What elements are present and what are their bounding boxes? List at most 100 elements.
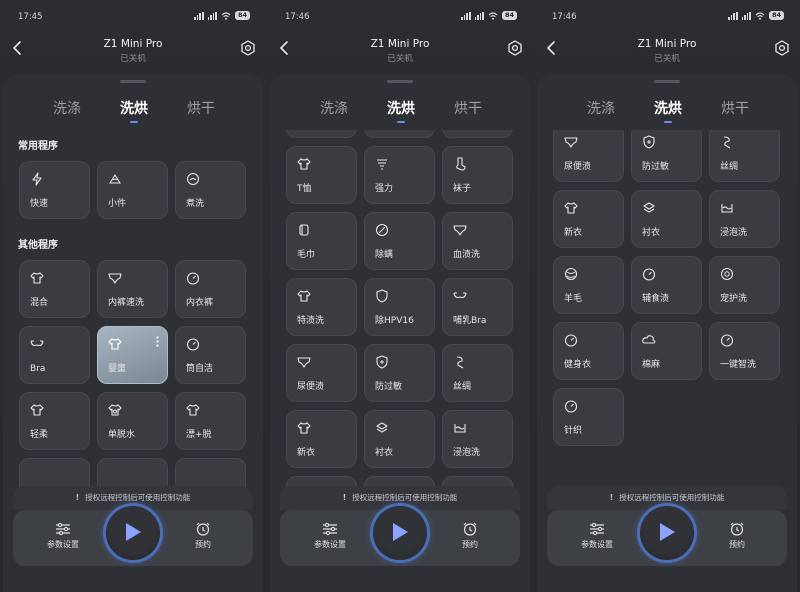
boil-icon bbox=[186, 172, 200, 186]
program-card[interactable]: T恤 bbox=[286, 146, 357, 204]
sheet-handle[interactable] bbox=[387, 80, 413, 83]
control-panel: ! 授权远程控制后可使用控制功能 参数设置 预约 bbox=[280, 486, 520, 570]
program-card[interactable]: 新衣 bbox=[553, 190, 624, 248]
program-card[interactable]: 煮洗 bbox=[175, 161, 246, 219]
device-status: 已关机 bbox=[120, 54, 146, 64]
program-label: 除螨 bbox=[375, 250, 394, 260]
program-card[interactable]: 除螨 bbox=[364, 212, 435, 270]
tab-dry[interactable]: 烘干 bbox=[187, 98, 215, 118]
program-card[interactable] bbox=[442, 130, 513, 138]
program-card[interactable]: 健身衣 bbox=[553, 322, 624, 380]
section-common: 常用程序 bbox=[18, 141, 58, 152]
timer-icon bbox=[564, 400, 578, 413]
program-card[interactable]: 针织 bbox=[553, 388, 624, 446]
program-card[interactable]: 辅食渍 bbox=[631, 256, 702, 314]
params-button[interactable]: 参数设置 bbox=[33, 522, 93, 550]
program-card[interactable] bbox=[286, 130, 357, 138]
tab-wash[interactable]: 洗涤 bbox=[53, 98, 81, 118]
settings-icon[interactable] bbox=[774, 40, 790, 56]
battery-icon: 84 bbox=[234, 11, 250, 20]
program-card[interactable]: 尿便渍 bbox=[286, 344, 357, 402]
program-card[interactable]: 丝绸 bbox=[709, 130, 780, 182]
program-card[interactable]: 尿便渍 bbox=[553, 130, 624, 182]
control-bar: 参数设置 预约 bbox=[13, 506, 253, 566]
program-card[interactable]: 除HPV16 bbox=[364, 278, 435, 336]
program-label: 衬衣 bbox=[375, 448, 394, 458]
schedule-button[interactable]: 预约 bbox=[173, 522, 233, 550]
more-options-icon[interactable] bbox=[156, 336, 159, 347]
folded-shirt-icon bbox=[376, 422, 388, 433]
program-card[interactable]: 宠护洗 bbox=[709, 256, 780, 314]
program-card[interactable]: 浸泡洗 bbox=[709, 190, 780, 248]
tab-wash[interactable]: 洗涤 bbox=[320, 98, 348, 118]
program-card[interactable]: 哺乳Bra bbox=[442, 278, 513, 336]
program-card[interactable]: 衬衣 bbox=[631, 190, 702, 248]
program-card[interactable]: 轻柔 bbox=[19, 392, 90, 450]
program-card[interactable]: 混合 bbox=[19, 260, 90, 318]
program-list[interactable]: 尿便渍 防过敏 丝绸 新衣 衬衣 浸泡洗 羊毛 辅食渍 宠护洗 健身衣 棉麻 一… bbox=[537, 130, 797, 496]
start-button[interactable] bbox=[640, 506, 694, 560]
program-label: T恤 bbox=[297, 184, 312, 194]
rinse-icon bbox=[186, 404, 200, 416]
program-card[interactable]: 衬衣 bbox=[364, 410, 435, 468]
params-button[interactable]: 参数设置 bbox=[567, 522, 627, 550]
shield-icon bbox=[376, 355, 388, 369]
program-card[interactable]: 快速 bbox=[19, 161, 90, 219]
program-label: 袜子 bbox=[453, 184, 472, 194]
params-button[interactable]: 参数设置 bbox=[300, 522, 360, 550]
device-title: Z1 Mini Pro bbox=[370, 38, 430, 50]
program-card[interactable]: 漂+脱 bbox=[175, 392, 246, 450]
program-card[interactable]: 小件 bbox=[97, 161, 168, 219]
program-card[interactable]: 单脱水 bbox=[97, 392, 168, 450]
program-card[interactable]: 浸泡洗 bbox=[442, 410, 513, 468]
timer-icon bbox=[720, 334, 734, 347]
program-card[interactable]: 筒自洁 bbox=[175, 326, 246, 384]
play-icon bbox=[126, 523, 141, 541]
baby-clothes-icon bbox=[108, 338, 122, 350]
program-card[interactable]: 内裤速洗 bbox=[97, 260, 168, 318]
program-card[interactable]: 血渍洗 bbox=[442, 212, 513, 270]
program-card[interactable]: 特渍洗 bbox=[286, 278, 357, 336]
program-card[interactable]: 棉麻 bbox=[631, 322, 702, 380]
program-card[interactable]: 袜子 bbox=[442, 146, 513, 204]
timer-icon bbox=[186, 338, 200, 351]
params-label: 参数设置 bbox=[581, 540, 613, 549]
program-card-selected[interactable]: 婴童 bbox=[97, 326, 168, 384]
start-button[interactable] bbox=[373, 506, 427, 560]
settings-icon[interactable] bbox=[240, 40, 256, 56]
settings-icon[interactable] bbox=[507, 40, 523, 56]
notice-text: 授权远程控制后可使用控制功能 bbox=[619, 493, 725, 502]
tab-wash-dry[interactable]: 洗烘 bbox=[654, 98, 682, 123]
program-card[interactable]: Bra bbox=[19, 326, 90, 384]
program-card[interactable]: 毛巾 bbox=[286, 212, 357, 270]
small-items-icon bbox=[109, 173, 121, 184]
program-list[interactable]: T恤 强力 袜子 毛巾 除螨 血渍洗 特渍洗 除HPV16 哺乳Bra 尿便渍 … bbox=[270, 130, 530, 496]
program-card[interactable]: 防过敏 bbox=[631, 130, 702, 182]
tab-dry[interactable]: 烘干 bbox=[721, 98, 749, 118]
program-card[interactable]: 新衣 bbox=[286, 410, 357, 468]
program-card[interactable]: 强力 bbox=[364, 146, 435, 204]
sheet-handle[interactable] bbox=[654, 80, 680, 83]
schedule-button[interactable]: 预约 bbox=[440, 522, 500, 550]
tab-wash-dry[interactable]: 洗烘 bbox=[120, 98, 148, 123]
control-bar: 参数设置 预约 bbox=[547, 506, 787, 566]
program-label: 辅食渍 bbox=[642, 294, 670, 304]
program-card[interactable]: 防过敏 bbox=[364, 344, 435, 402]
program-label: 针织 bbox=[564, 426, 583, 436]
program-card[interactable] bbox=[364, 130, 435, 138]
alarm-clock-icon bbox=[730, 522, 744, 536]
sheet-handle[interactable] bbox=[120, 80, 146, 83]
tab-dry[interactable]: 烘干 bbox=[454, 98, 482, 118]
program-card[interactable]: 羊毛 bbox=[553, 256, 624, 314]
program-card[interactable]: 丝绸 bbox=[442, 344, 513, 402]
program-card[interactable]: 一键智洗 bbox=[709, 322, 780, 380]
tab-wash[interactable]: 洗涤 bbox=[587, 98, 615, 118]
alarm-clock-icon bbox=[196, 522, 210, 536]
start-button[interactable] bbox=[106, 506, 160, 560]
schedule-button[interactable]: 预约 bbox=[707, 522, 767, 550]
program-card[interactable]: 内衣裤 bbox=[175, 260, 246, 318]
program-label: 混合 bbox=[30, 298, 49, 308]
program-label: 血渍洗 bbox=[453, 250, 481, 260]
program-list[interactable]: 常用程序 快速 小件 煮洗 其他程序 混合 内裤速洗 内衣裤 Bra 婴童 筒自… bbox=[3, 130, 263, 496]
tab-wash-dry[interactable]: 洗烘 bbox=[387, 98, 415, 123]
